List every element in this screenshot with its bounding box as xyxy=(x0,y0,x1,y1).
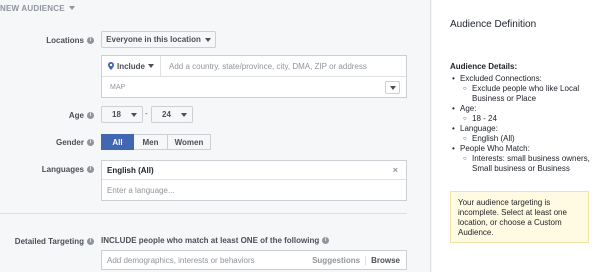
gender-label-text: Gender xyxy=(55,137,84,147)
location-type-value: Everyone in this location xyxy=(106,35,201,44)
location-pin-icon xyxy=(108,62,114,70)
list-item: Language: English (All) xyxy=(450,124,600,144)
targeting-description-text: INCLUDE people who match at least ONE of… xyxy=(101,236,320,245)
audience-details: Audience Details: Excluded Connections: … xyxy=(450,62,600,174)
languages-label-text: Languages xyxy=(41,164,84,174)
gender-label: Gender i xyxy=(10,137,94,147)
location-search-input[interactable]: Add a country, state/province, city, DMA… xyxy=(161,62,367,71)
detailed-targeting-label-text: Detailed Targeting xyxy=(14,236,84,246)
age-max-value: 24 xyxy=(162,110,171,119)
list-item: Exclude people who like Local Business o… xyxy=(462,84,600,104)
list-item: 18 - 24 xyxy=(462,114,600,124)
languages-box: English (All) × Enter a language... xyxy=(101,160,407,201)
location-type-dropdown[interactable]: Everyone in this location xyxy=(101,31,216,48)
location-search-row: Include Add a country, state/province, c… xyxy=(102,55,406,77)
panel-title: Audience Definition xyxy=(450,19,537,30)
chevron-down-icon xyxy=(181,112,187,117)
age-min-value: 18 xyxy=(112,110,121,119)
section-label: Language: xyxy=(460,124,498,133)
list-item: Age: 18 - 24 xyxy=(450,104,600,124)
gender-all-button[interactable]: All xyxy=(101,134,134,150)
section-label: Excluded Connections: xyxy=(460,74,542,83)
browse-link[interactable]: Browse xyxy=(366,256,406,265)
info-icon[interactable]: i xyxy=(87,138,94,146)
gender-women-button[interactable]: Women xyxy=(168,134,211,150)
targeting-search-box: Add demographics, interests or behaviors… xyxy=(101,250,407,270)
info-icon[interactable]: i xyxy=(322,237,330,244)
languages-label: Languages i xyxy=(10,164,94,174)
chevron-down-icon xyxy=(131,112,137,117)
age-label: Age i xyxy=(10,110,94,120)
suggestions-link[interactable]: Suggestions xyxy=(307,255,367,265)
list-item: Excluded Connections: Exclude people who… xyxy=(450,74,600,104)
age-separator: - xyxy=(145,109,148,118)
chevron-down-icon xyxy=(148,64,155,68)
close-icon[interactable]: × xyxy=(393,165,398,175)
include-label: Include xyxy=(117,61,146,71)
audience-title-text: NEW AUDIENCE xyxy=(0,3,65,13)
section-label: People Who Match: xyxy=(460,144,530,153)
targeting-description: INCLUDE people who match at least ONE of… xyxy=(101,236,330,245)
map-toggle-label[interactable]: MAP xyxy=(102,84,125,91)
incomplete-warning: Your audience targeting is incomplete. S… xyxy=(450,191,589,243)
details-list: Excluded Connections: Exclude people who… xyxy=(450,74,600,174)
audience-editor: NEW AUDIENCE Locations i Everyone in thi… xyxy=(0,0,431,272)
chevron-down-icon xyxy=(389,85,396,90)
language-input-row: Enter a language... xyxy=(102,181,406,200)
audience-title[interactable]: NEW AUDIENCE xyxy=(0,2,75,14)
info-icon[interactable]: i xyxy=(87,36,94,44)
details-heading: Audience Details: xyxy=(450,62,518,71)
info-icon[interactable]: i xyxy=(87,111,94,119)
targeting-search-input[interactable]: Add demographics, interests or behaviors xyxy=(102,256,307,265)
info-icon[interactable]: i xyxy=(87,237,94,245)
language-token: English (All) × xyxy=(102,161,406,180)
gender-selector: All Men Women xyxy=(101,134,211,150)
info-icon[interactable]: i xyxy=(87,165,94,173)
age-label-text: Age xyxy=(68,110,84,120)
language-input[interactable]: Enter a language... xyxy=(107,186,175,195)
list-item: Interests: small business owners, Small … xyxy=(462,154,600,174)
gender-men-button[interactable]: Men xyxy=(134,134,168,150)
locations-label-text: Locations xyxy=(46,35,84,45)
chevron-down-icon xyxy=(68,6,75,10)
detailed-targeting-label: Detailed Targeting i xyxy=(4,236,94,246)
map-row: MAP xyxy=(102,78,406,97)
section-label: Age: xyxy=(460,104,477,113)
include-dropdown[interactable]: Include xyxy=(102,55,162,77)
language-token-label: English (All) xyxy=(107,165,154,175)
chevron-down-icon xyxy=(204,37,211,42)
divider xyxy=(0,213,407,214)
age-max-select[interactable]: 24 xyxy=(151,106,193,123)
age-min-select[interactable]: 18 xyxy=(101,106,143,123)
locations-label: Locations i xyxy=(10,35,94,45)
map-expand-button[interactable] xyxy=(385,81,400,94)
list-item: English (All) xyxy=(462,134,600,144)
location-box: Include Add a country, state/province, c… xyxy=(101,55,407,98)
list-item: People Who Match: Interests: small busin… xyxy=(450,144,600,174)
